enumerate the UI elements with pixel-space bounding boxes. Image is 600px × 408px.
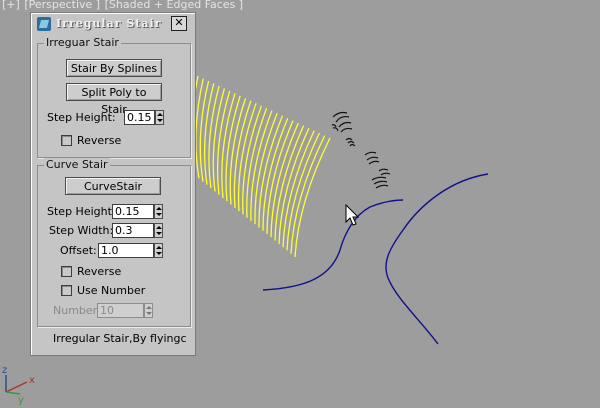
yellow-stair-lines[interactable]	[190, 75, 331, 258]
stair-by-splines-button[interactable]: Stair By Splines	[66, 59, 162, 77]
split-poly-to-stair-button[interactable]: Split Poly to Stair	[66, 83, 162, 116]
offset-field[interactable]: 1.0	[98, 243, 154, 258]
dialog-title: Irregular Stair	[56, 17, 162, 30]
axis-y-label: y	[18, 395, 24, 406]
irregular-stair-legend: Irreguar Stair	[44, 36, 121, 49]
number-field[interactable]: 10	[97, 303, 144, 318]
curve-stair-group: Curve Stair CurveStair Step Height: 0.15…	[37, 158, 191, 327]
stair-line	[195, 78, 204, 179]
number-spinner[interactable]: 10	[97, 303, 153, 318]
step-width-label: Step Width:	[49, 224, 114, 237]
step-width-arrows[interactable]	[154, 223, 163, 238]
spin-down-icon[interactable]	[156, 213, 162, 216]
curve-reverse-checkbox[interactable]	[61, 266, 72, 277]
spin-up-icon[interactable]	[146, 306, 152, 309]
offset-label: Offset:	[60, 244, 97, 257]
dialog-titlebar[interactable]: Irregular Stair ✕	[34, 15, 192, 33]
number-arrows[interactable]	[144, 303, 153, 318]
spin-up-icon[interactable]	[156, 207, 162, 210]
reverse-label: Reverse	[77, 134, 122, 147]
curve-step-height-label: Step Height:	[47, 205, 116, 218]
curve-step-height-arrows[interactable]	[154, 204, 163, 219]
mouse-cursor-icon	[345, 203, 360, 226]
spline-curve-left[interactable]	[262, 199, 404, 291]
spin-down-icon[interactable]	[156, 232, 162, 235]
offset-spinner[interactable]: 1.0	[98, 243, 164, 258]
curve-reverse-label: Reverse	[77, 265, 122, 278]
irregular-stair-dialog: Irregular Stair ✕ Irreguar Stair Stair B…	[30, 12, 196, 356]
spin-up-icon[interactable]	[156, 226, 162, 229]
step-width-spinner[interactable]: 0.3	[112, 223, 164, 238]
step-width-field[interactable]: 0.3	[112, 223, 154, 238]
step-height-spinner[interactable]: 0.15	[124, 110, 164, 125]
spin-down-icon[interactable]	[157, 119, 163, 122]
curve-step-height-spinner[interactable]: 0.15	[112, 204, 164, 219]
close-button[interactable]: ✕	[171, 16, 187, 31]
mini-stair-marks[interactable]	[331, 111, 391, 189]
curve-stair-button[interactable]: CurveStair	[65, 177, 161, 195]
spin-down-icon[interactable]	[146, 312, 152, 315]
curve-step-height-field[interactable]: 0.15	[112, 204, 154, 219]
axis-gizmo-icon: z x y	[2, 365, 35, 406]
maxscript-icon	[37, 17, 51, 31]
spin-down-icon[interactable]	[156, 252, 162, 255]
credits-text: Irregular Stair,By flyingc	[53, 332, 187, 345]
number-label: Number:	[53, 304, 101, 317]
offset-arrows[interactable]	[154, 243, 163, 258]
spin-up-icon[interactable]	[156, 246, 162, 249]
step-height-arrows[interactable]	[155, 110, 164, 125]
axis-x-label: x	[29, 375, 35, 386]
irregular-stair-group: Irreguar Stair Stair By Splines Split Po…	[37, 36, 191, 158]
step-height-label: Step Height:	[47, 111, 116, 124]
reverse-checkbox[interactable]	[61, 135, 72, 146]
spin-up-icon[interactable]	[157, 113, 163, 116]
step-height-field[interactable]: 0.15	[124, 110, 155, 125]
use-number-checkbox[interactable]	[61, 285, 72, 296]
use-number-label: Use Number	[77, 284, 146, 297]
curve-stair-legend: Curve Stair	[44, 158, 110, 171]
axis-z-label: z	[2, 365, 7, 376]
